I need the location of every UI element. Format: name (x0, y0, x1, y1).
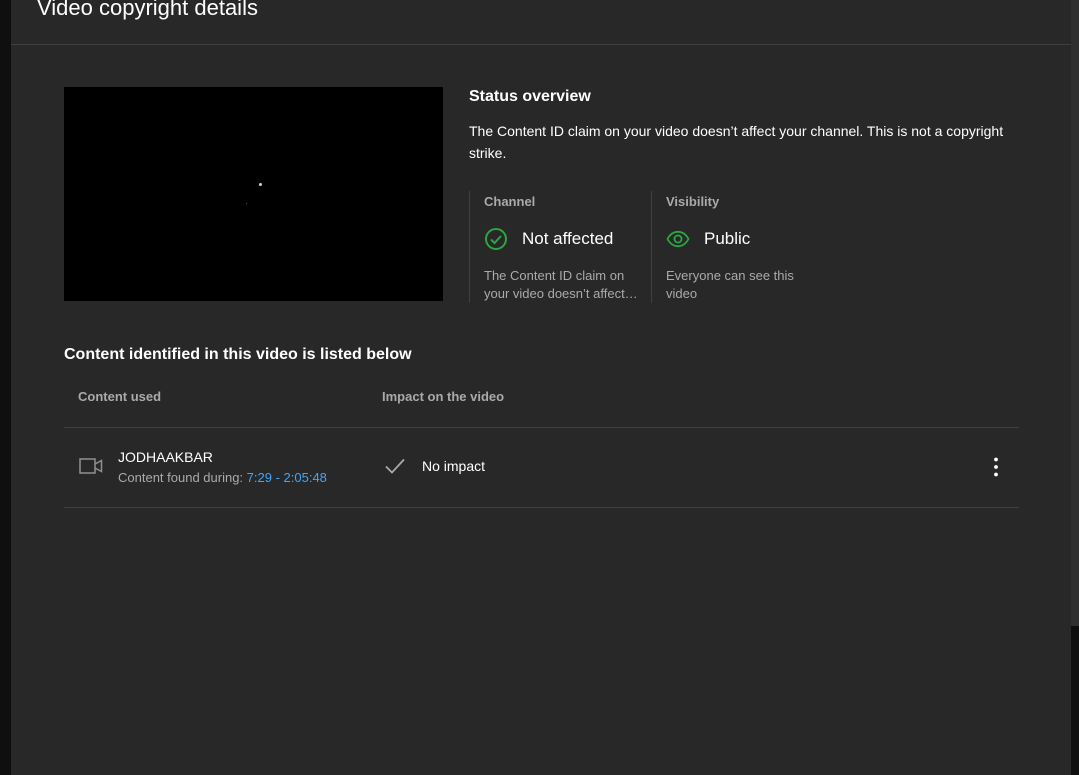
video-frame-speck (259, 183, 262, 186)
check-icon (385, 458, 405, 474)
channel-description: The Content ID claim on your video doesn… (484, 267, 644, 303)
content-section-title: Content identified in this video is list… (64, 346, 412, 363)
more-actions-button[interactable] (984, 453, 1008, 481)
channel-status: Channel Not affected The Content ID clai… (469, 191, 653, 303)
video-copyright-dialog: Video copyright details Status overview … (11, 0, 1071, 775)
status-overview-description: The Content ID claim on your video doesn… (469, 123, 1004, 161)
video-player[interactable] (64, 87, 443, 301)
content-found-during: Content found during: 7:29 - 2:05:48 (118, 470, 327, 485)
background-edge (1071, 0, 1079, 775)
impact-label: No impact (422, 458, 486, 474)
column-header-impact: Impact on the video (382, 389, 505, 404)
eye-icon (666, 230, 690, 248)
channel-label: Channel (484, 194, 536, 209)
video-frame-speck (246, 203, 247, 204)
table-row: JODHAAKBAR Content found during: 7:29 - … (64, 429, 1019, 507)
background-edge-dark (1071, 626, 1079, 775)
check-circle-icon (485, 228, 507, 250)
dialog-title: Video copyright details (37, 0, 258, 20)
video-camera-icon (79, 458, 103, 474)
content-found-label: Content found during: (118, 470, 244, 485)
table-divider (64, 427, 1019, 428)
channel-description-line: your video doesn’t affect… (484, 286, 638, 301)
content-name: JODHAAKBAR (118, 449, 213, 465)
visibility-value-text: Public (704, 229, 751, 248)
visibility-label: Visibility (666, 194, 720, 209)
visibility-description: Everyone can see this video (666, 268, 794, 301)
status-overview-title: Status overview (469, 88, 591, 105)
content-time-range-link[interactable]: 7:29 - 2:05:48 (247, 470, 327, 485)
table-divider (64, 507, 1019, 508)
visibility-value: Public (666, 227, 750, 251)
channel-description-line: The Content ID claim on (484, 268, 625, 283)
more-vert-icon (994, 457, 998, 477)
visibility-status: Visibility Public Everyone can see this … (651, 191, 815, 303)
column-header-content-used: Content used (78, 389, 162, 404)
header-divider (11, 44, 1071, 45)
channel-value: Not affected (484, 227, 613, 251)
channel-value-text: Not affected (522, 229, 614, 248)
